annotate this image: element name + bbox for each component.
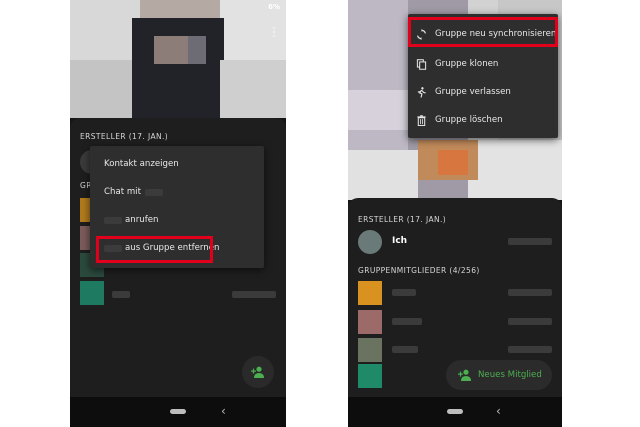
back-icon[interactable]: ‹ [496,404,501,418]
members-sheet: ERSTELLER (17. JAN.) Ich GRUPPENMITGLIED… [348,198,562,397]
system-nav-bar: ‹ [348,397,562,427]
highlight-box [96,236,213,263]
battery-status: 6% [268,3,280,11]
person-add-icon [251,366,264,378]
more-vert-icon[interactable] [272,26,276,38]
home-pill[interactable] [447,409,463,414]
menu-item-show-contact[interactable]: Kontakt anzeigen [90,150,264,178]
menu-item-chat-with[interactable]: Chat mit [90,178,264,206]
avatar[interactable] [358,281,382,305]
menu-item-delete-group[interactable]: Gruppe löschen [408,106,558,134]
highlight-box [408,17,558,47]
copy-icon [416,58,427,70]
back-icon[interactable]: ‹ [221,404,226,418]
avatar[interactable] [358,364,382,388]
menu-item-leave-group[interactable]: Gruppe verlassen [408,78,558,106]
avatar[interactable] [358,338,382,362]
home-pill[interactable] [170,409,186,414]
menu-item-clone-group[interactable]: Gruppe klonen [408,50,558,78]
system-nav-bar: ‹ [70,397,286,427]
add-member-fab[interactable] [242,356,274,388]
creator-name: Ich [392,236,408,246]
avatar[interactable] [358,310,382,334]
new-member-button[interactable]: Neues Mitglied [446,360,552,390]
members-section-title: GRUPPENMITGLIEDER (4/256) [358,266,480,275]
trash-icon [417,114,426,126]
person-add-icon [458,369,471,381]
creator-section-title: ERSTELLER (17. JAN.) [358,215,447,224]
avatar[interactable] [358,230,382,254]
menu-item-call[interactable]: anrufen [90,206,264,234]
walk-icon [417,86,426,98]
left-phone-screen: 6% ERSTELLER (17. JAN.) GRUPP Kontakt an… [70,0,286,427]
avatar[interactable] [80,281,104,305]
right-phone-screen: ERSTELLER (17. JAN.) Ich GRUPPENMITGLIED… [348,0,562,427]
group-photo-pixelated [70,0,286,118]
creator-section-title: ERSTELLER (17. JAN.) [80,132,169,141]
